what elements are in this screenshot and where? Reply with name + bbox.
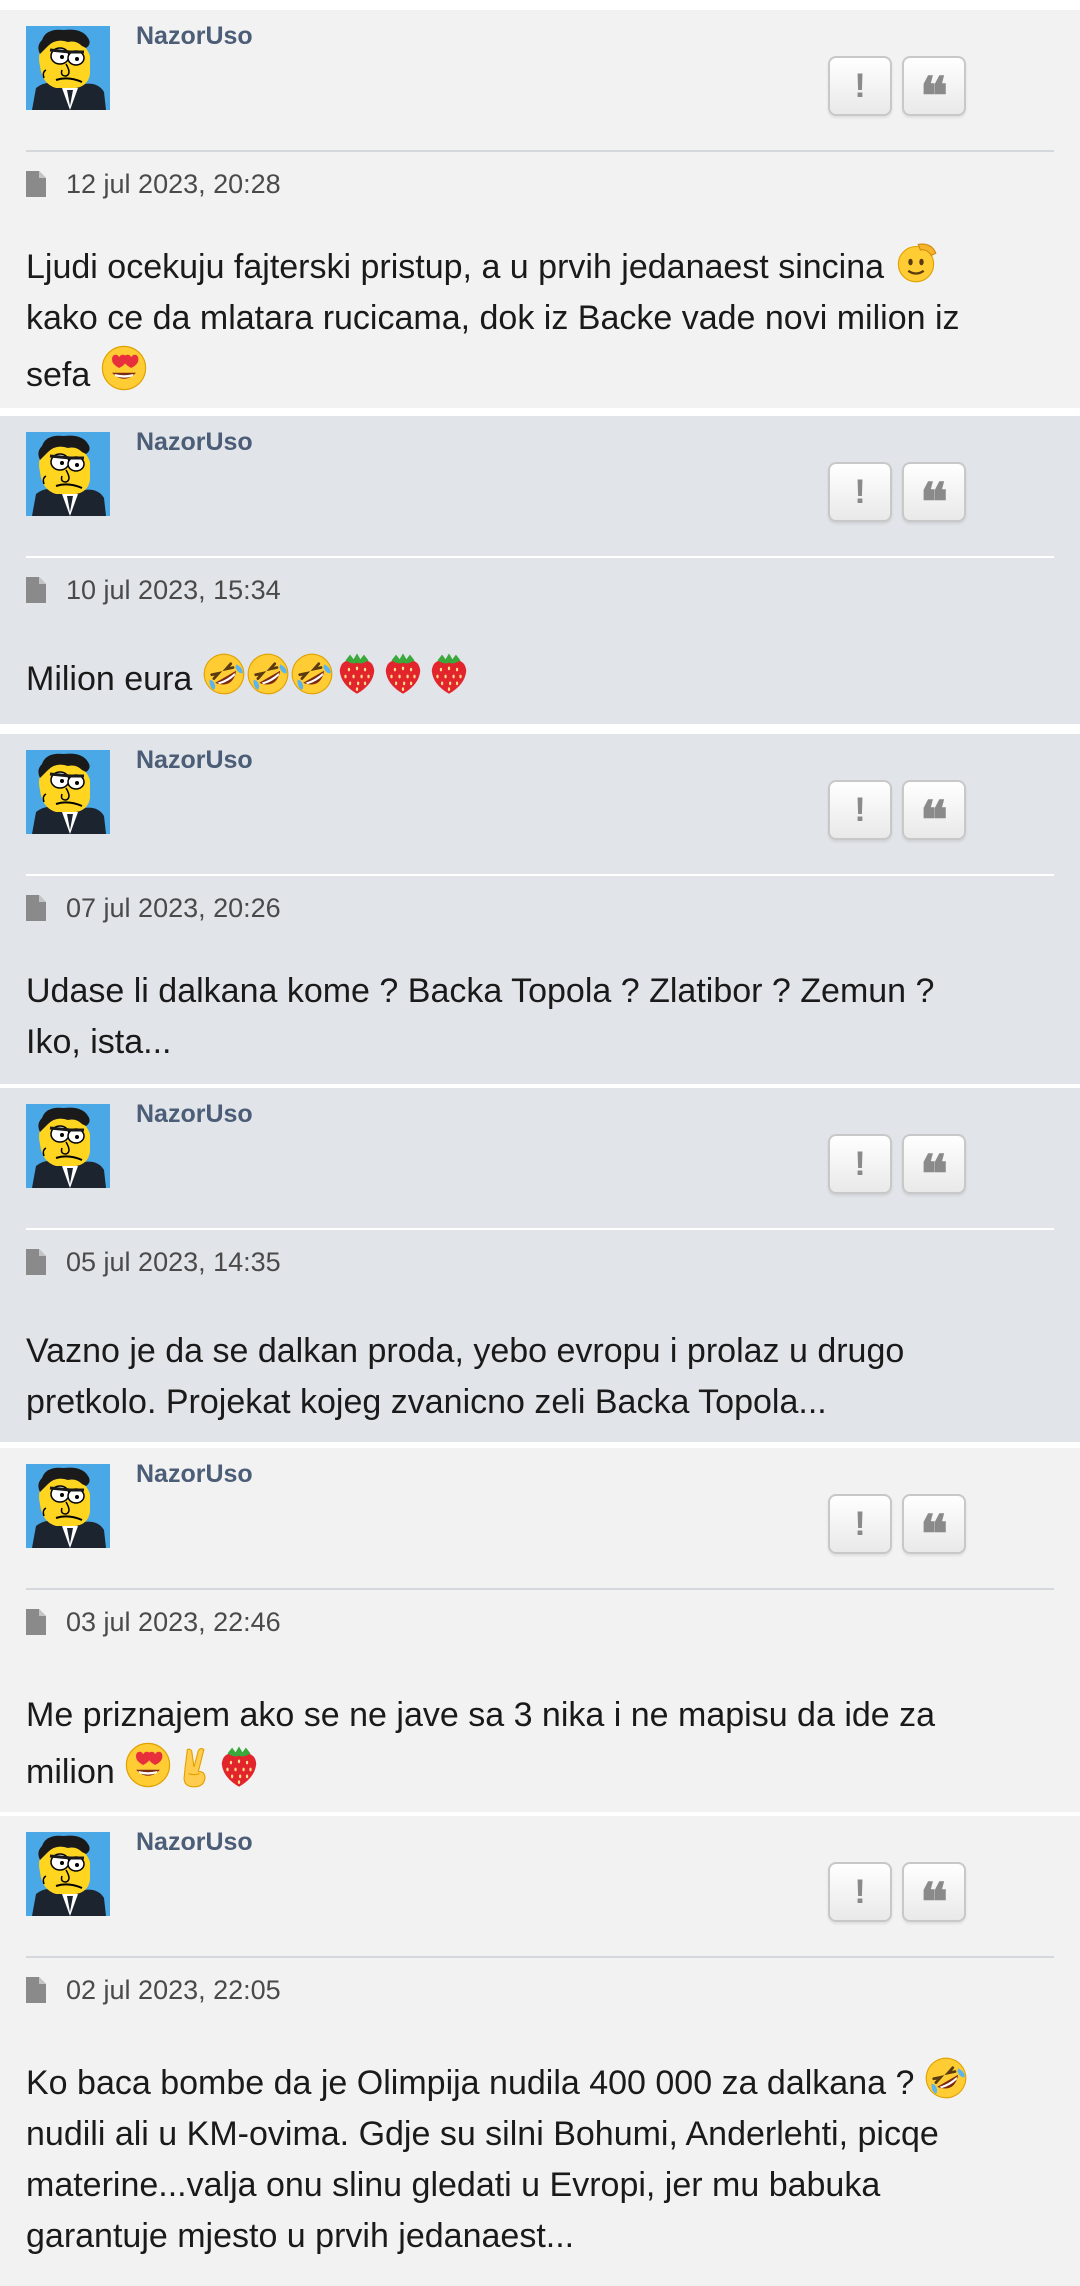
post-date-row: 10 jul 2023, 15:34 bbox=[26, 574, 281, 606]
avatar[interactable] bbox=[26, 432, 110, 516]
divider bbox=[26, 556, 1054, 558]
post-date: 07 jul 2023, 20:26 bbox=[66, 892, 281, 923]
author-name[interactable]: NazorUso bbox=[136, 1828, 253, 1857]
victory-hand-emoji-icon bbox=[172, 1745, 216, 1789]
author-name[interactable]: NazorUso bbox=[136, 428, 253, 457]
post: NazorUso ! ❝ 10 jul 2023, 15:34 Milion e… bbox=[0, 416, 1080, 724]
post-text-line: Ko baca bombe da je Olimpija nudila 400 … bbox=[26, 2064, 915, 2102]
file-icon bbox=[26, 577, 46, 603]
rofl-emoji-icon bbox=[290, 652, 334, 696]
post-content: Vazno je da se dalkan proda, yebo evropu… bbox=[26, 1326, 1056, 1428]
post: NazorUso ! ❝ 05 jul 2023, 14:35 Vazno je… bbox=[0, 1088, 1080, 1442]
avatar[interactable] bbox=[26, 1832, 110, 1916]
quote-icon: ❝ bbox=[920, 1504, 948, 1565]
quote-button[interactable]: ❝ bbox=[902, 780, 966, 847]
saluting-face-emoji-icon bbox=[894, 240, 938, 284]
author-name[interactable]: NazorUso bbox=[136, 22, 253, 51]
post-date: 05 jul 2023, 14:35 bbox=[66, 1246, 281, 1277]
post-text-line: Vazno je da se dalkan proda, yebo evropu… bbox=[26, 1332, 905, 1370]
post: NazorUso ! ❝ 12 jul 2023, 20:28 Ljudi oc… bbox=[0, 10, 1080, 408]
strawberry-emoji-icon bbox=[216, 1743, 262, 1789]
avatar-image bbox=[26, 432, 110, 516]
rofl-emoji-icon bbox=[202, 652, 246, 696]
strawberry-emoji-icon bbox=[380, 650, 426, 696]
post-text-line: milion bbox=[26, 1753, 115, 1791]
avatar-image bbox=[26, 1104, 110, 1188]
post-content: Milion eura bbox=[26, 650, 1056, 705]
quote-icon: ❝ bbox=[920, 1872, 948, 1933]
post-text-line: sefa bbox=[26, 356, 91, 394]
file-icon bbox=[26, 895, 46, 921]
strawberry-emoji-icon bbox=[334, 650, 380, 696]
quote-button[interactable]: ❝ bbox=[902, 1494, 966, 1561]
post-text-line: Iko, ista... bbox=[26, 1023, 172, 1061]
post-date: 02 jul 2023, 22:05 bbox=[66, 1974, 281, 2005]
quote-icon: ❝ bbox=[920, 66, 948, 127]
avatar[interactable] bbox=[26, 1104, 110, 1188]
divider bbox=[26, 1956, 1054, 1958]
report-button[interactable]: ! bbox=[828, 56, 892, 116]
post-date-row: 07 jul 2023, 20:26 bbox=[26, 892, 281, 924]
report-button[interactable]: ! bbox=[828, 1494, 892, 1554]
file-icon bbox=[26, 1977, 46, 2003]
post-text-line: Ljudi ocekuju fajterski pristup, a u prv… bbox=[26, 248, 885, 286]
divider bbox=[26, 150, 1054, 152]
post-text-line: Milion eura bbox=[26, 660, 193, 698]
avatar[interactable] bbox=[26, 750, 110, 834]
quote-button[interactable]: ❝ bbox=[902, 1134, 966, 1201]
quote-button[interactable]: ❝ bbox=[902, 1862, 966, 1929]
rofl-emoji-icon bbox=[924, 2056, 968, 2100]
avatar-image bbox=[26, 26, 110, 110]
post-content: Udase li dalkana kome ? Backa Topola ? Z… bbox=[26, 966, 1056, 1068]
quote-icon: ❝ bbox=[920, 1144, 948, 1205]
quote-icon: ❝ bbox=[920, 472, 948, 533]
divider bbox=[26, 1588, 1054, 1590]
author-name[interactable]: NazorUso bbox=[136, 1460, 253, 1489]
post-text-line: materine...valja onu slinu gledati u Evr… bbox=[26, 2166, 881, 2204]
quote-icon: ❝ bbox=[920, 790, 948, 851]
report-button[interactable]: ! bbox=[828, 1862, 892, 1922]
strawberry-emoji-icon bbox=[426, 650, 472, 696]
post-text-line: Me priznajem ako se ne jave sa 3 nika i … bbox=[26, 1696, 936, 1734]
file-icon bbox=[26, 1609, 46, 1635]
post: NazorUso ! ❝ 02 jul 2023, 22:05 Ko baca … bbox=[0, 1816, 1080, 2286]
post-date: 10 jul 2023, 15:34 bbox=[66, 574, 281, 605]
post-date-row: 03 jul 2023, 22:46 bbox=[26, 1606, 281, 1638]
post-text-line: nudili ali u KM-ovima. Gdje su silni Boh… bbox=[26, 2115, 939, 2153]
post: NazorUso ! ❝ 07 jul 2023, 20:26 Udase li… bbox=[0, 734, 1080, 1084]
quote-button[interactable]: ❝ bbox=[902, 462, 966, 529]
avatar[interactable] bbox=[26, 1464, 110, 1548]
post-text-line: Udase li dalkana kome ? Backa Topola ? Z… bbox=[26, 972, 935, 1010]
quote-button[interactable]: ❝ bbox=[902, 56, 966, 123]
file-icon bbox=[26, 1249, 46, 1275]
report-button[interactable]: ! bbox=[828, 462, 892, 522]
post-content: Ljudi ocekuju fajterski pristup, a u prv… bbox=[26, 240, 1056, 401]
divider bbox=[26, 874, 1054, 876]
post-date-row: 05 jul 2023, 14:35 bbox=[26, 1246, 281, 1278]
avatar-image bbox=[26, 750, 110, 834]
post-text-line: pretkolo. Projekat kojeg zvanicno zeli B… bbox=[26, 1383, 827, 1421]
avatar-image bbox=[26, 1464, 110, 1548]
author-name[interactable]: NazorUso bbox=[136, 1100, 253, 1129]
post-text-line: garantuje mjesto u prvih jedanaest... bbox=[26, 2217, 575, 2255]
heart-eyes-emoji-icon bbox=[100, 344, 148, 392]
report-button[interactable]: ! bbox=[828, 780, 892, 840]
rofl-emoji-icon bbox=[246, 652, 290, 696]
post-content: Ko baca bombe da je Olimpija nudila 400 … bbox=[26, 2056, 1056, 2262]
avatar[interactable] bbox=[26, 26, 110, 110]
divider bbox=[26, 1228, 1054, 1230]
heart-eyes-emoji-icon bbox=[124, 1741, 172, 1789]
author-name[interactable]: NazorUso bbox=[136, 746, 253, 775]
post-text-line: kako ce da mlatara rucicama, dok iz Back… bbox=[26, 299, 960, 337]
post-date: 12 jul 2023, 20:28 bbox=[66, 168, 281, 199]
avatar-image bbox=[26, 1832, 110, 1916]
report-button[interactable]: ! bbox=[828, 1134, 892, 1194]
file-icon bbox=[26, 171, 46, 197]
post-date: 03 jul 2023, 22:46 bbox=[66, 1606, 281, 1637]
post-content: Me priznajem ako se ne jave sa 3 nika i … bbox=[26, 1690, 1056, 1798]
post: NazorUso ! ❝ 03 jul 2023, 22:46 Me prizn… bbox=[0, 1448, 1080, 1812]
post-date-row: 02 jul 2023, 22:05 bbox=[26, 1974, 281, 2006]
post-date-row: 12 jul 2023, 20:28 bbox=[26, 168, 281, 200]
